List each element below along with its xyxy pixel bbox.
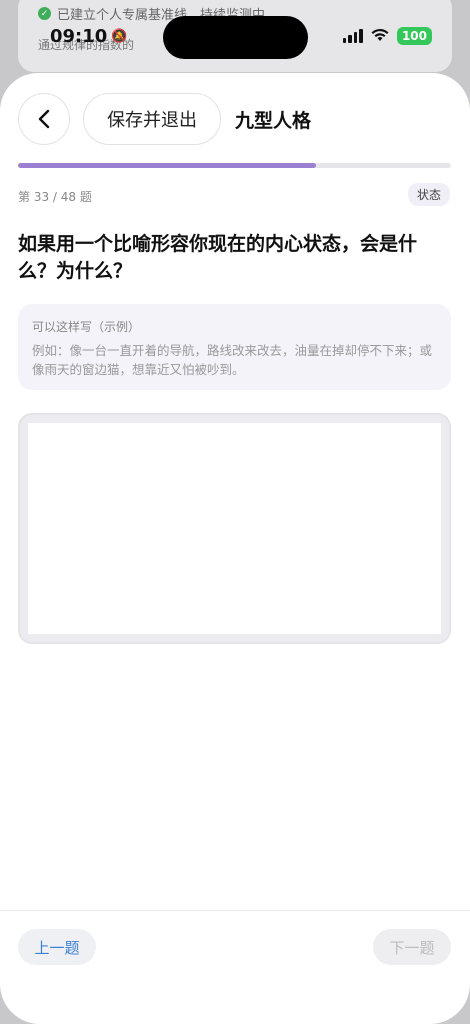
- screen: ✓ 已建立个人专属基准线，持续监测中 通过规律的指数的 09:10 🔕 100 …: [0, 0, 470, 1024]
- silent-bell-icon: 🔕: [111, 29, 128, 44]
- answer-container: [18, 413, 451, 644]
- clock-text: 09:10: [50, 26, 108, 47]
- status-time: 09:10 🔕: [50, 26, 127, 47]
- wifi-icon: [371, 28, 389, 45]
- example-box: 可以这样写（示例） 例如：像一台一直开着的导航，路线改来改去，油量在掉却停不下来…: [18, 304, 451, 390]
- progress-bar: [18, 163, 451, 168]
- example-title: 可以这样写（示例）: [32, 320, 141, 334]
- chevron-left-icon: [38, 109, 50, 129]
- status-icons: 100: [342, 27, 432, 45]
- question-text: 如果用一个比喻形容你现在的内心状态，会是什么？为什么？: [18, 233, 418, 282]
- page-title: 九型人格: [235, 110, 312, 132]
- progress-fill: [18, 163, 316, 168]
- answer-input[interactable]: [28, 423, 441, 634]
- save-and-exit-button[interactable]: 保存并退出: [83, 93, 221, 145]
- dynamic-island: [163, 16, 308, 59]
- questionnaire-sheet: 保存并退出 九型人格 第 33 / 48 题 状态 如果用一个比喻形容你现在的内…: [0, 73, 470, 1024]
- check-icon: ✓: [38, 7, 51, 20]
- signal-icon: [342, 29, 363, 43]
- question-counter: 第 33 / 48 题: [18, 190, 92, 204]
- previous-question-button[interactable]: 上一题: [18, 929, 96, 965]
- category-badge: 状态: [407, 183, 450, 206]
- footer-divider: [0, 910, 470, 911]
- battery-icon: 100: [396, 27, 432, 45]
- example-text: 例如：像一台一直开着的导航，路线改来改去，油量在掉却停不下来；或像雨天的窗边猫，…: [32, 343, 433, 377]
- next-question-button[interactable]: 下一题: [373, 929, 451, 965]
- back-button[interactable]: [18, 93, 70, 145]
